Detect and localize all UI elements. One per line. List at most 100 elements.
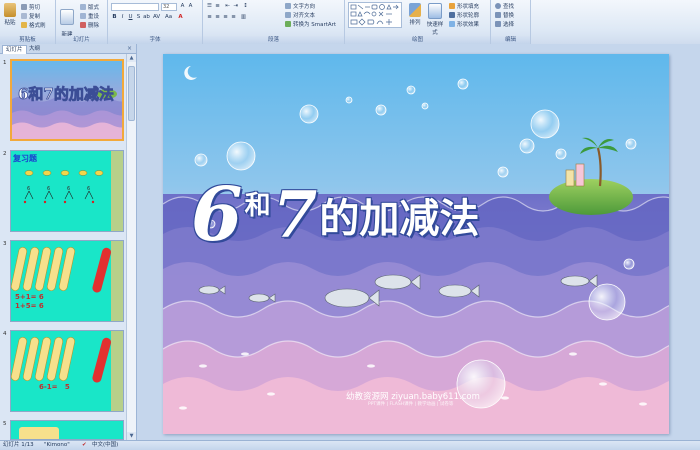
thumb-number-1: 1 — [3, 60, 7, 66]
clipboard-group-label: 剪贴板 — [0, 36, 55, 44]
thumbnail-scrollbar[interactable]: ▲ ▼ — [126, 54, 136, 440]
layout-icon — [80, 4, 86, 10]
drawing-group-label: 绘图 — [345, 36, 490, 44]
align-right-icon[interactable]: ≡ — [222, 14, 229, 21]
decrease-indent-icon[interactable]: ⇤ — [224, 3, 231, 10]
shapes-icon — [350, 4, 399, 26]
ribbon: 粘贴 剪切 复制 格式刷 剪贴板 新建 幻灯片 版式 重设 删除 幻灯片 32 … — [0, 0, 700, 45]
watermark-subtitle: PPT课件 | FLASH课件 | 教学动画 | 试卷等 — [368, 402, 454, 407]
thumb-4-sticks — [11, 331, 123, 411]
thumb-number-2: 2 — [3, 151, 7, 157]
editing-group: 查找 替换 选择 编辑 — [491, 0, 531, 44]
columns-icon[interactable]: ▥ — [240, 14, 247, 21]
thumbnail-slide-1[interactable]: 6和7的加减法 — [10, 59, 124, 141]
smartart-icon — [285, 21, 291, 27]
change-case-icon[interactable]: Aa — [165, 14, 172, 21]
thumb-5-stick — [19, 427, 59, 439]
copy-icon — [21, 13, 27, 19]
thumbnail-slide-3[interactable]: 5+1= 6 1+5= 6 — [10, 240, 124, 322]
thumb-number-4: 4 — [3, 331, 7, 337]
scissors-icon — [21, 4, 27, 10]
arrange-button[interactable]: 排列 — [407, 3, 423, 26]
thumbnail-slide-2[interactable]: 复习题 6666 — [10, 150, 124, 232]
align-text-icon — [285, 12, 291, 18]
find-button[interactable]: 查找 — [495, 2, 514, 10]
paint-bucket-icon — [449, 3, 455, 9]
spellcheck-icon[interactable]: ✔ — [82, 442, 87, 449]
shape-outline-button[interactable]: 形状轮廓 — [449, 11, 479, 19]
font-color-icon[interactable]: A — [177, 14, 184, 21]
pane-tabs: 幻灯片 大纲 × — [0, 44, 136, 54]
thumb-3-equations: 5+1= 6 1+5= 6 — [15, 293, 44, 310]
thumbnail-slide-5[interactable] — [10, 420, 124, 440]
pen-icon — [449, 12, 455, 18]
tab-outline[interactable]: 大纲 — [26, 45, 43, 53]
thumb-number-3: 3 — [3, 241, 7, 247]
bullets-icon[interactable]: ☰ — [206, 3, 213, 10]
drawing-group: 排列 快速样式 形状填充 形状轮廓 形状效果 绘图 — [345, 0, 491, 44]
reset-button[interactable]: 重设 — [80, 12, 99, 20]
paragraph-group: ☰ ≡ ⇤ ⇥ ↕ ≡ ≡ ≡ ≡ ▥ 文字方向 对齐文本 转换为 SmartA… — [203, 0, 345, 44]
shape-fill-button[interactable]: 形状填充 — [449, 2, 479, 10]
paste-button[interactable]: 粘贴 — [2, 3, 18, 26]
svg-text:6: 6 — [67, 186, 70, 192]
thumbnail-1-art: 6和7的加减法 — [12, 61, 122, 139]
align-left-icon[interactable]: ≡ — [206, 14, 213, 21]
slide-editing-area: 6 和 7 的加减法 幼教资源网 ziyuan.baby611.com PPT课… — [137, 44, 700, 440]
scroll-down-icon[interactable]: ▼ — [127, 432, 136, 440]
quick-styles-button[interactable]: 快速样式 — [425, 3, 445, 36]
arrange-icon — [409, 3, 421, 17]
scroll-up-icon[interactable]: ▲ — [127, 54, 136, 62]
delete-button[interactable]: 删除 — [80, 21, 99, 29]
reset-icon — [80, 13, 86, 19]
thumb-1-title: 6和7的加减法 — [18, 85, 114, 103]
layout-button[interactable]: 版式 — [80, 3, 99, 11]
strikethrough-icon[interactable]: ab — [143, 14, 150, 21]
font-name-input[interactable] — [111, 3, 159, 11]
slide-thumbnail-pane: 幻灯片 大纲 × 1 6和7的加减法 2 复习题 6666 3 5+1= 6 1… — [0, 44, 137, 440]
select-button[interactable]: 选择 — [495, 20, 514, 28]
slide-title[interactable]: 6 和 7 的加减法 — [191, 172, 479, 258]
title-number-7: 7 — [272, 177, 318, 253]
scroll-thumb[interactable] — [128, 66, 135, 121]
font-size-input[interactable]: 32 — [161, 3, 177, 11]
numbering-icon[interactable]: ≡ — [214, 3, 221, 10]
italic-icon[interactable]: I — [119, 14, 126, 21]
replace-button[interactable]: 替换 — [495, 11, 514, 19]
svg-text:6: 6 — [27, 186, 30, 192]
shrink-font-icon[interactable]: A — [187, 3, 194, 10]
cut-button[interactable]: 剪切 — [21, 3, 40, 11]
shape-effects-button[interactable]: 形状效果 — [449, 20, 479, 28]
slides-group-label: 幻灯片 — [56, 36, 107, 44]
align-text-button[interactable]: 对齐文本 — [285, 11, 315, 19]
copy-button[interactable]: 复制 — [21, 12, 40, 20]
text-direction-button[interactable]: 文字方向 — [285, 2, 315, 10]
thumbnail-slide-4[interactable]: 6-1= 5 — [10, 330, 124, 412]
increase-indent-icon[interactable]: ⇥ — [232, 3, 239, 10]
bold-icon[interactable]: B — [111, 14, 118, 21]
font-group: 32 A A B I U S ab AV Aa A 字体 — [108, 0, 203, 44]
select-icon — [495, 21, 501, 27]
grow-font-icon[interactable]: A — [179, 3, 186, 10]
shadow-icon[interactable]: S — [135, 14, 142, 21]
close-pane-icon[interactable]: × — [127, 45, 132, 52]
quick-styles-icon — [428, 3, 442, 19]
line-spacing-icon[interactable]: ↕ — [242, 3, 249, 10]
title-number-6: 6 — [191, 172, 243, 258]
svg-text:6: 6 — [47, 186, 50, 192]
slide-counter: 幻灯片 1/13 — [3, 442, 34, 448]
align-center-icon[interactable]: ≡ — [214, 14, 221, 21]
smartart-button[interactable]: 转换为 SmartArt — [285, 20, 336, 28]
language-indicator[interactable]: 中文(中国) — [92, 442, 118, 449]
slides-group: 新建 幻灯片 版式 重设 删除 幻灯片 — [56, 0, 108, 44]
spacing-icon[interactable]: AV — [153, 14, 160, 21]
underline-icon[interactable]: U — [127, 14, 134, 21]
clipboard-group: 粘贴 剪切 复制 格式刷 剪贴板 — [0, 0, 56, 44]
slide-1[interactable]: 6 和 7 的加减法 幼教资源网 ziyuan.baby611.com PPT课… — [163, 54, 669, 434]
effects-icon — [449, 21, 455, 27]
tab-slides[interactable]: 幻灯片 — [2, 45, 27, 54]
title-he: 和 — [244, 190, 271, 221]
justify-icon[interactable]: ≡ — [230, 14, 237, 21]
format-painter-button[interactable]: 格式刷 — [21, 21, 46, 29]
shapes-gallery[interactable] — [348, 2, 402, 28]
